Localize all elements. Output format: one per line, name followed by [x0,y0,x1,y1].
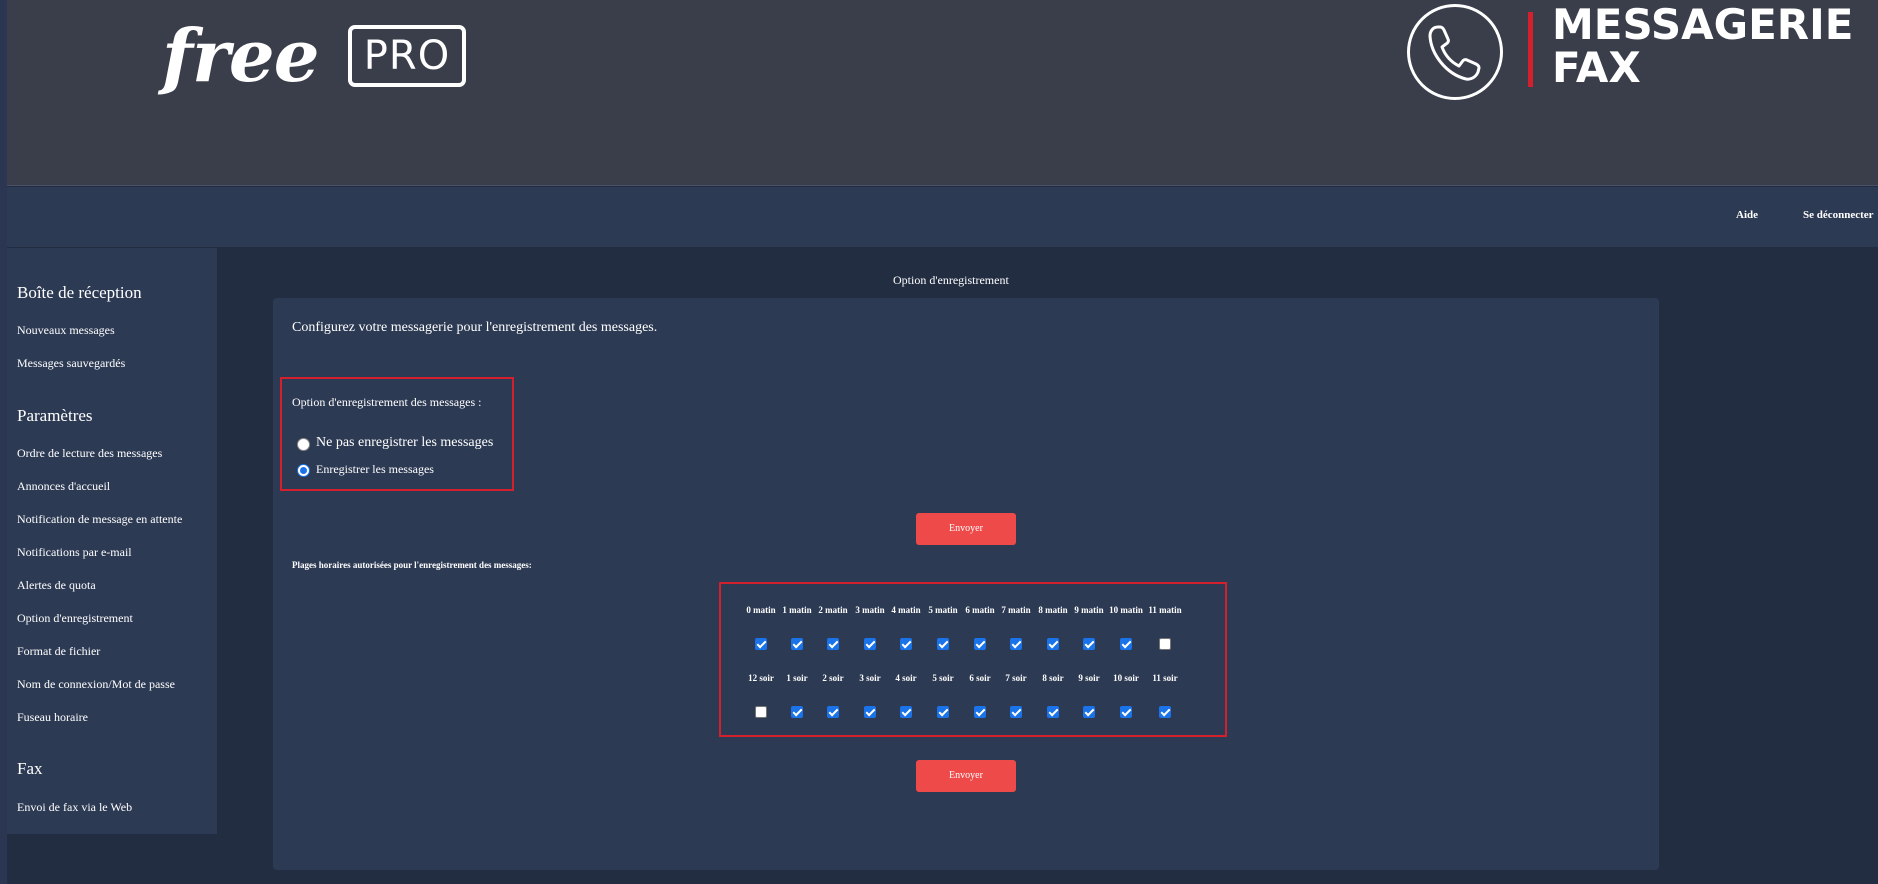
morning-hour-label: 5 matin [928,605,958,615]
brand-title-line1: MESSAGERIE [1552,0,1854,49]
evening-hour-checkbox[interactable] [1047,706,1059,718]
sidebar-item-file-format[interactable]: Format de fichier [17,644,100,659]
sidebar-item-new-messages[interactable]: Nouveaux messages [17,323,115,338]
evening-hour-checkbox[interactable] [1159,706,1171,718]
evening-hour-label: 1 soir [786,673,808,683]
logo-pro: PRO [348,25,466,87]
evening-hour-label: 9 soir [1078,673,1100,683]
morning-hour-label: 9 matin [1074,605,1104,615]
evening-hour-label: 4 soir [895,673,917,683]
morning-hour-label: 2 matin [818,605,848,615]
morning-hour-label: 4 matin [891,605,921,615]
morning-hour-checkbox[interactable] [1159,638,1171,650]
evening-hour-checkbox[interactable] [755,706,767,718]
morning-hour-label: 6 matin [965,605,995,615]
evening-hour-checkbox[interactable] [791,706,803,718]
recording-option-box: Option d'enregistrement des messages : N… [280,377,514,491]
sidebar: Boîte de réception Nouveaux messages Mes… [7,248,217,834]
sidebar-item-waiting-notification[interactable]: Notification de message en attente [17,512,182,527]
submit-button[interactable]: Envoyer [916,513,1016,545]
evening-hour-checkbox[interactable] [900,706,912,718]
sidebar-item-quota-alerts[interactable]: Alertes de quota [17,578,96,593]
intro-text: Configurez votre messagerie pour l'enreg… [292,320,658,335]
brand-divider [1528,12,1533,87]
morning-hour-checkbox[interactable] [1120,638,1132,650]
morning-hour-label: 1 matin [782,605,812,615]
morning-hour-checkbox[interactable] [1010,638,1022,650]
morning-hour-checkbox[interactable] [937,638,949,650]
morning-hour-checkbox[interactable] [827,638,839,650]
evening-hour-label: 7 soir [1005,673,1027,683]
sidebar-item-timezone[interactable]: Fuseau horaire [17,710,88,725]
sidebar-item-saved-messages[interactable]: Messages sauvegardés [17,356,125,371]
evening-hour-label: 3 soir [859,673,881,683]
time-ranges-label: Plages horaires autorisées pour l'enregi… [292,560,532,570]
time-ranges-grid: 0 matin 1 matin 2 matin 3 matin 4 matin 5 mat… [719,582,1227,737]
logout-link[interactable]: Se déconnecter [1803,209,1874,221]
sidebar-item-greetings[interactable]: Annonces d'accueil [17,479,110,494]
logo-free: free [162,13,320,98]
morning-hour-label: 11 matin [1148,605,1182,615]
sidebar-section-inbox: Boîte de réception [17,283,142,302]
morning-hour-checkbox[interactable] [755,638,767,650]
morning-hour-label: 8 matin [1038,605,1068,615]
morning-hour-checkbox[interactable] [1083,638,1095,650]
sidebar-item-recording-option[interactable]: Option d'enregistrement [17,611,133,626]
morning-hour-label: 7 matin [1001,605,1031,615]
recording-option-label: Option d'enregistrement des messages : [292,395,482,409]
evening-hour-label: 12 soir [748,673,774,683]
radio-record[interactable] [297,464,310,477]
sidebar-section-fax: Fax [17,759,43,778]
sidebar-item-reading-order[interactable]: Ordre de lecture des messages [17,446,162,461]
phone-icon [1407,4,1503,100]
brand-title-line2: FAX [1552,43,1641,92]
radio-label-do-not-record[interactable]: Ne pas enregistrer les messages [316,435,493,451]
evening-hour-checkbox[interactable] [1010,706,1022,718]
evening-hour-checkbox[interactable] [1120,706,1132,718]
sidebar-item-login-password[interactable]: Nom de connexion/Mot de passe [17,677,175,692]
help-link[interactable]: Aide [1736,209,1758,221]
morning-hour-checkbox[interactable] [1047,638,1059,650]
left-edge-strip [0,0,7,884]
morning-hour-checkbox[interactable] [974,638,986,650]
morning-hour-label: 10 matin [1109,605,1143,615]
sidebar-section-settings: Paramètres [17,406,93,425]
evening-hour-label: 8 soir [1042,673,1064,683]
submit-button-2[interactable]: Envoyer [916,760,1016,792]
sidebar-item-web-fax[interactable]: Envoi de fax via le Web [17,800,132,815]
top-navbar: Aide Se déconnecter [7,187,1878,247]
radio-do-not-record[interactable] [297,438,310,451]
header: free PRO MESSAGERIE FAX [7,0,1878,186]
evening-hour-checkbox[interactable] [937,706,949,718]
evening-hour-checkbox[interactable] [864,706,876,718]
evening-hour-checkbox[interactable] [827,706,839,718]
radio-label-record[interactable]: Enregistrer les messages [316,462,434,477]
page-title: Option d'enregistrement [893,273,1009,287]
evening-hour-checkbox[interactable] [974,706,986,718]
morning-hour-checkbox[interactable] [864,638,876,650]
evening-hour-label: 11 soir [1152,673,1178,683]
morning-hour-label: 0 matin [746,605,776,615]
evening-hour-checkbox[interactable] [1083,706,1095,718]
morning-hour-checkbox[interactable] [900,638,912,650]
evening-hour-label: 5 soir [932,673,954,683]
main-panel: Configurez votre messagerie pour l'enreg… [273,298,1659,870]
evening-hour-label: 2 soir [822,673,844,683]
evening-hour-label: 6 soir [969,673,991,683]
morning-hour-checkbox[interactable] [791,638,803,650]
sidebar-item-email-notifications[interactable]: Notifications par e-mail [17,545,132,560]
evening-hour-label: 10 soir [1113,673,1139,683]
morning-hour-label: 3 matin [855,605,885,615]
